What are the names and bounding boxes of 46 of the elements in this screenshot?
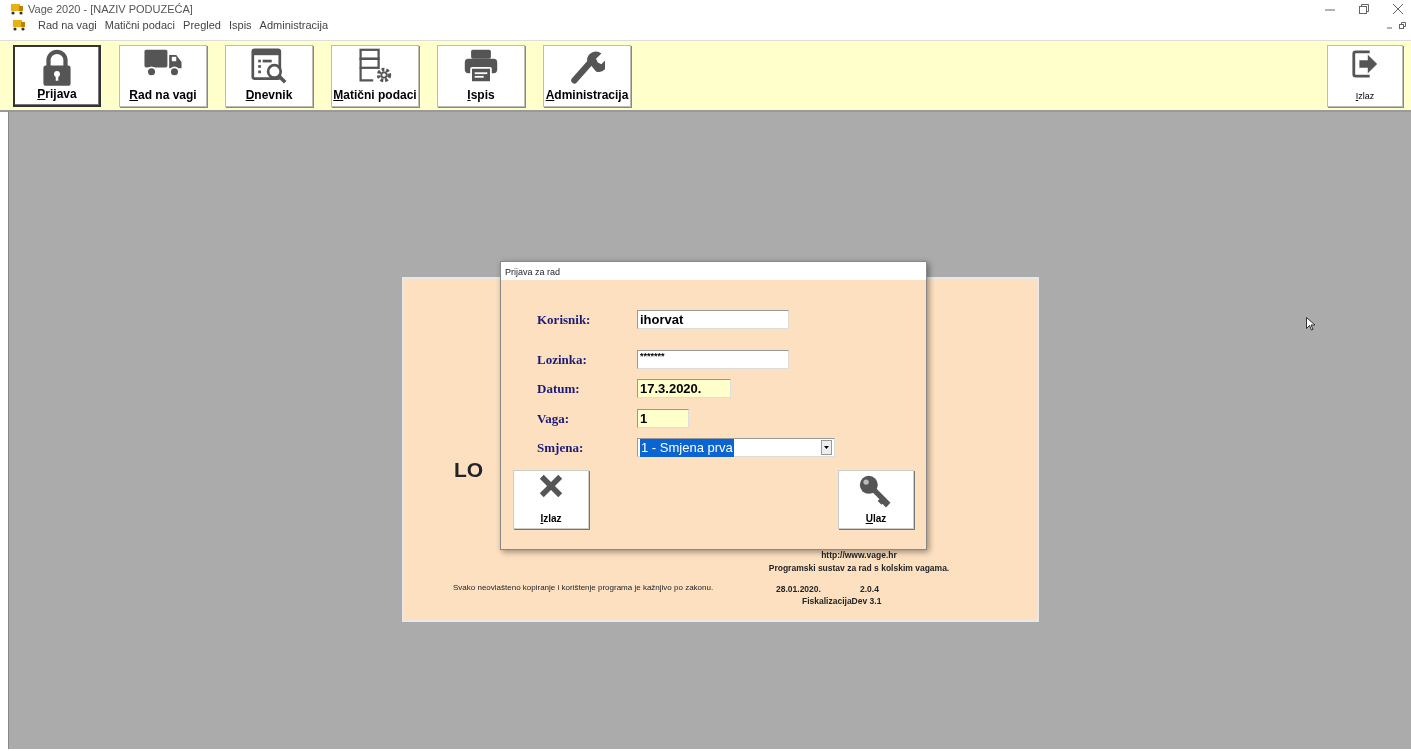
mouse-cursor-icon [1306,317,1315,331]
logo-text: LO [454,457,484,483]
app-icon [10,3,24,15]
restore-icon[interactable] [1398,20,1407,30]
app-icon [12,19,26,31]
website-link[interactable]: http://www.vage.hr [744,549,974,562]
printer-icon [463,48,499,84]
input-field[interactable]: 17.3.2020. [637,379,731,398]
close-icon [539,473,563,498]
copyright-notice: Svako neovlašteno kopiranje i korištenje programa je kažnjivo po zakonu. [453,582,714,594]
exit-icon [1351,48,1379,80]
restore-icon[interactable] [1359,4,1369,14]
dialog-title: Prijava za rad [501,262,926,280]
toolbar-button[interactable]: Prijava [13,45,101,107]
enter-button[interactable]: Ulaz [838,469,914,529]
menu-item[interactable]: Matični podaci [104,16,176,34]
tagline-text: Programski sustav za rad s kolskim vagama. [767,561,951,575]
input-field[interactable]: 1 [637,408,689,428]
release-date: 28.01.2020. [776,583,821,596]
version-number: 2.0.4 [860,583,879,596]
toolbar-button[interactable]: Dnevnik [225,45,313,107]
menu-item[interactable]: Rad na vagi [38,16,97,34]
field-label: Smjena: [537,439,585,457]
shift-select[interactable]: 1 - Smjena prva [637,438,835,457]
toolbar-button[interactable]: Administracija [543,45,631,107]
close-icon[interactable] [1393,4,1403,14]
build-name: FiskalizacijaDev 3.1 [802,595,882,608]
exit-button[interactable]: Izlaz [513,469,589,529]
menu-item[interactable]: Pregled [183,16,221,34]
lock-icon [40,49,74,87]
toolbar-button[interactable]: Ispis [437,45,525,107]
list-gear-icon [357,48,393,84]
truck-icon [143,48,183,78]
field-label: Korisnik: [537,311,592,329]
field-label: Vaga: [537,409,571,428]
toolbar-button[interactable]: Rad na vagi [119,45,207,107]
journal-search-icon [251,48,287,84]
field-label: Datum: [537,380,581,398]
input-field[interactable]: ******* [637,349,789,369]
exit-button[interactable]: Izlaz [1327,45,1403,107]
menu-item[interactable]: Administracija [259,16,329,34]
window-title: Vage 2020 - [NAZIV PODUZEĆA] [28,1,193,17]
input-field[interactable]: ihorvat [637,310,789,329]
toolbar-button[interactable]: Matični podaci [331,45,419,107]
menu-item[interactable]: Ispis [228,16,252,34]
field-label: Lozinka: [537,350,588,369]
